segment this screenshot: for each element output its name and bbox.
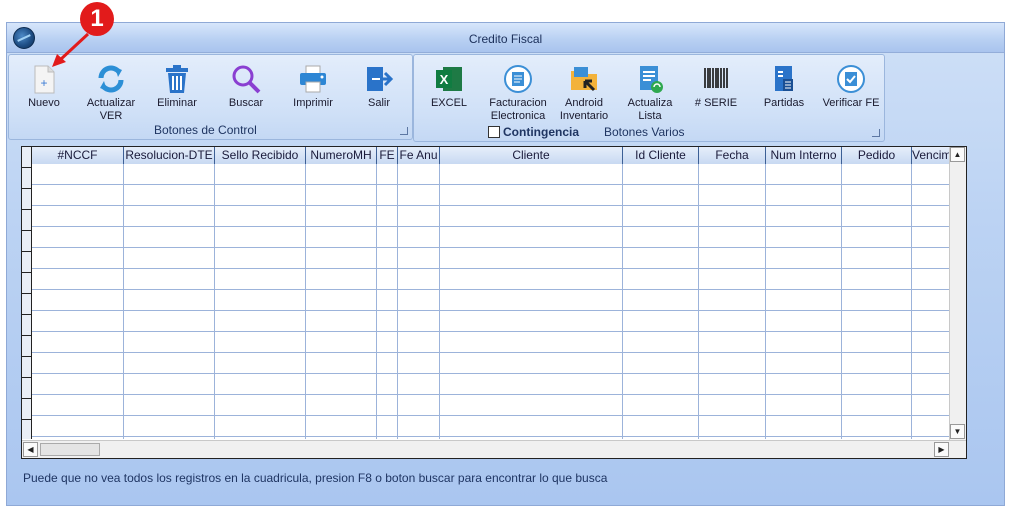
horizontal-scroll-thumb[interactable] (40, 443, 100, 456)
vertical-scrollbar[interactable]: ▲ ▼ (949, 147, 966, 441)
column-header[interactable]: FE (377, 147, 398, 164)
facturacion-electronica-label: Facturacion Electronica (489, 97, 547, 122)
nuevo-label: Nuevo (28, 97, 60, 109)
column-header[interactable]: Pedido (842, 147, 912, 164)
grid-column-line (123, 164, 124, 439)
column-header[interactable]: Sello Recibido (215, 147, 306, 164)
grid-row-line (32, 436, 950, 437)
credito-fiscal-window: Credito Fiscal + Nuevo Actualizar VER El… (6, 22, 1005, 506)
column-header[interactable]: Cliente (440, 147, 623, 164)
grid-column-line (841, 164, 842, 439)
search-icon (230, 63, 262, 95)
android-inventario-label: Android Inventario (559, 97, 609, 122)
grid-column-line (911, 164, 912, 439)
column-header[interactable]: Vencim (912, 147, 950, 164)
data-grid[interactable]: #NCCF Resolucion-DTE Sello Recibido NumeroM… (21, 146, 967, 459)
contingencia-checkbox[interactable]: Contingencia (488, 125, 579, 139)
serie-button[interactable]: # SERIE (686, 59, 746, 123)
grid-row-line (32, 331, 950, 332)
buscar-button[interactable]: Buscar (216, 59, 276, 123)
grid-row-line (32, 373, 950, 374)
horizontal-scrollbar[interactable]: ◀ ▶ (22, 440, 966, 458)
grid-row-line (32, 184, 950, 185)
actualiza-lista-button[interactable]: Actualiza Lista (620, 59, 680, 123)
column-header[interactable]: Fe Anu (398, 147, 440, 164)
verificar-fe-label: Verificar FE (822, 97, 880, 109)
column-header[interactable]: NumeroMH (306, 147, 377, 164)
grid-row-line (32, 394, 950, 395)
scroll-right-arrow-icon[interactable]: ▶ (934, 442, 949, 457)
checkbox-box[interactable] (488, 126, 500, 138)
grid-row-line (32, 310, 950, 311)
printer-icon (297, 63, 329, 95)
grid-row-line (32, 289, 950, 290)
android-inventario-button[interactable]: Android Inventario (554, 59, 614, 123)
serie-label: # SERIE (694, 97, 738, 109)
calculator-doc-icon (768, 63, 800, 95)
grid-row-line (32, 415, 950, 416)
trash-icon (161, 63, 193, 95)
grid-header-row: #NCCF Resolucion-DTE Sello Recibido NumeroM… (32, 147, 950, 164)
annotation-arrow-icon (52, 32, 90, 67)
eliminar-label: Eliminar (157, 97, 197, 109)
actualizar-label: Actualizar VER (86, 97, 136, 122)
varios-buttons-group: X EXCEL Facturacion Electronica Android … (413, 54, 885, 142)
dialog-launcher-icon-2[interactable] (872, 129, 880, 137)
varios-group-label: Botones Varios (604, 125, 685, 139)
salir-button[interactable]: Salir (349, 59, 409, 123)
grid-column-line (305, 164, 306, 439)
imprimir-label: Imprimir (293, 97, 333, 109)
grid-column-line (439, 164, 440, 439)
column-header[interactable]: #NCCF (32, 147, 124, 164)
folder-arrow-icon (568, 63, 600, 95)
grid-column-line (622, 164, 623, 439)
salir-label: Salir (367, 97, 390, 109)
svg-text:X: X (440, 72, 449, 87)
column-header[interactable]: Fecha (699, 147, 766, 164)
column-header[interactable]: Num Interno (766, 147, 842, 164)
partidas-button[interactable]: Partidas (754, 59, 814, 123)
row-header-column (22, 147, 32, 441)
excel-label: EXCEL (430, 97, 468, 109)
scroll-down-arrow-icon[interactable]: ▼ (950, 424, 965, 439)
e-invoice-badge-icon (502, 63, 534, 95)
window-title: Credito Fiscal (468, 32, 543, 46)
dialog-launcher-icon[interactable] (400, 127, 408, 135)
grid-row-line (32, 352, 950, 353)
grid-row-line (32, 205, 950, 206)
grid-row-line (32, 268, 950, 269)
partidas-label: Partidas (763, 97, 805, 109)
scroll-up-arrow-icon[interactable]: ▲ (950, 147, 965, 162)
status-hint-text: Puede que no vea todos los registros en … (23, 471, 608, 485)
eliminar-button[interactable]: Eliminar (147, 59, 207, 123)
title-bar: Credito Fiscal (7, 23, 1004, 53)
grid-column-line (397, 164, 398, 439)
list-refresh-icon (634, 63, 666, 95)
grid-column-line (765, 164, 766, 439)
excel-icon: X (433, 63, 465, 95)
imprimir-button[interactable]: Imprimir (283, 59, 343, 123)
facturacion-electronica-button[interactable]: Facturacion Electronica (487, 59, 549, 123)
barcode-icon (700, 63, 732, 95)
column-header[interactable]: Resolucion-DTE (124, 147, 215, 164)
verificar-fe-button[interactable]: Verificar FE (818, 59, 884, 123)
contingencia-label: Contingencia (503, 125, 580, 139)
e-invoice-check-icon (835, 63, 867, 95)
control-group-label: Botones de Control (154, 123, 257, 137)
actualiza-lista-label: Actualiza Lista (627, 97, 673, 122)
buscar-label: Buscar (228, 97, 264, 109)
scroll-left-arrow-icon[interactable]: ◀ (23, 442, 38, 457)
grid-row-line (32, 226, 950, 227)
grid-column-line (376, 164, 377, 439)
column-header[interactable]: Id Cliente (623, 147, 699, 164)
exit-icon (363, 63, 395, 95)
grid-column-line (698, 164, 699, 439)
excel-button[interactable]: X EXCEL (419, 59, 479, 123)
grid-row-line (32, 247, 950, 248)
grid-column-line (214, 164, 215, 439)
